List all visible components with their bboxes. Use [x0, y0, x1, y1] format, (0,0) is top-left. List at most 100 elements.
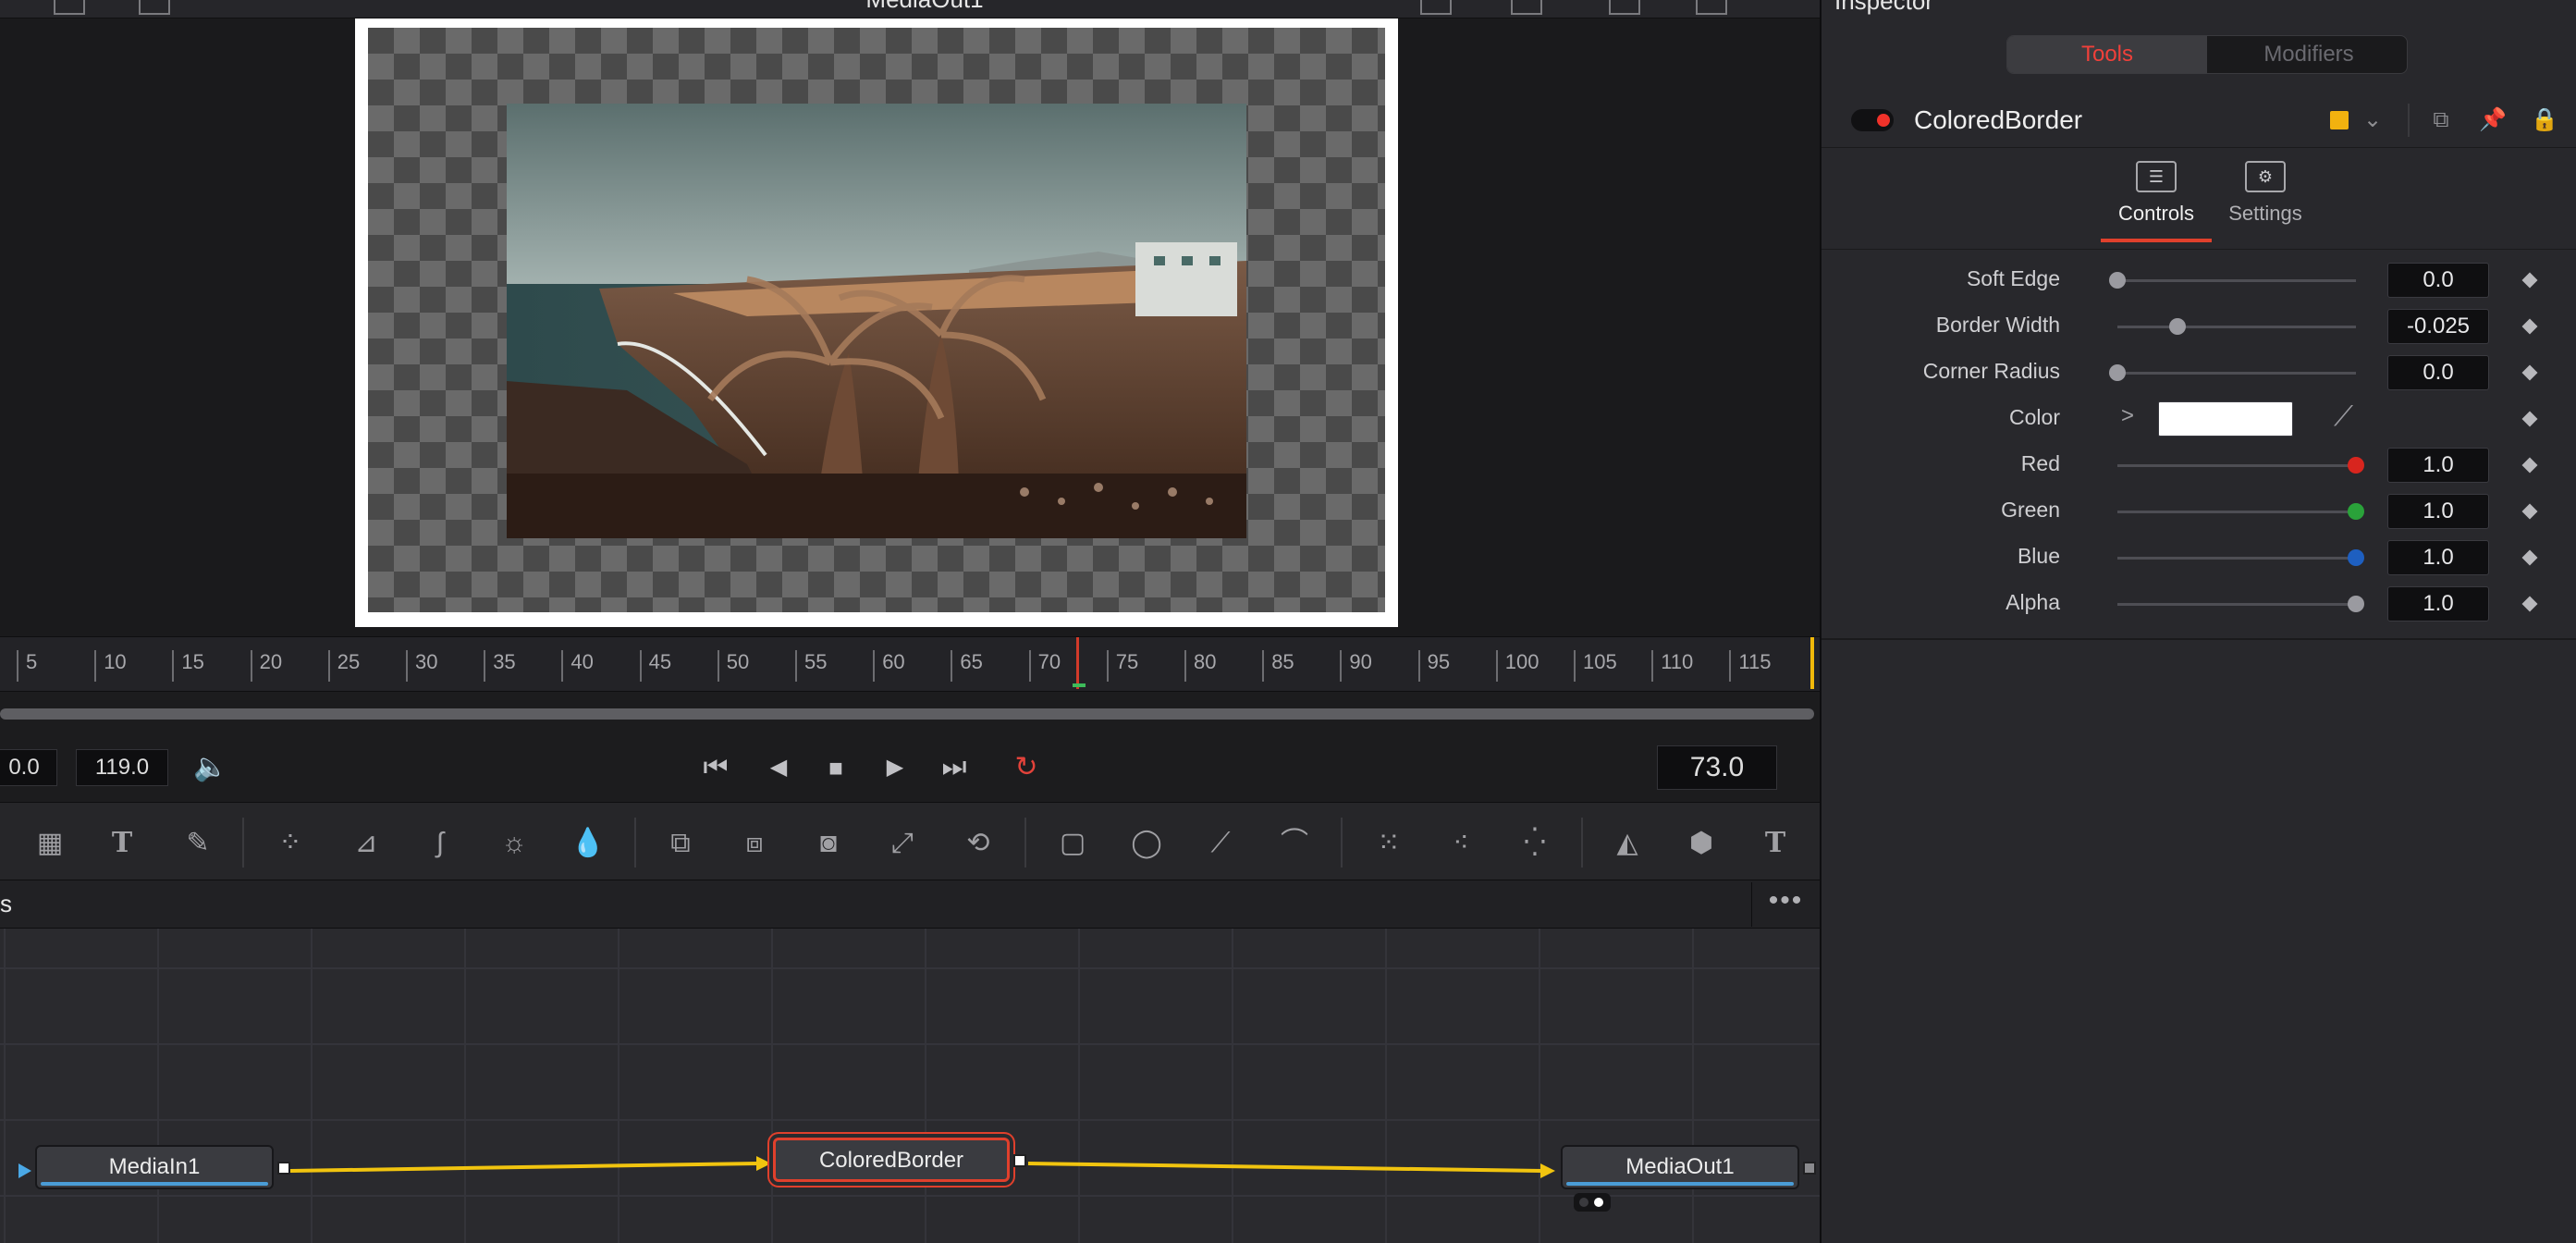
slider-knob[interactable]	[2348, 457, 2364, 474]
paint-tool-icon[interactable]: ✎	[176, 821, 220, 866]
param-value-field[interactable]: -0.025	[2387, 309, 2489, 344]
text-tool-icon[interactable]: T	[100, 821, 144, 866]
global-end-field[interactable]: 119.0	[76, 749, 168, 786]
param-slider[interactable]	[2109, 364, 2356, 381]
blur-tool-icon[interactable]: 💧	[566, 821, 610, 866]
rectangle-mask-icon[interactable]: ▢	[1050, 821, 1095, 866]
view-icon[interactable]	[139, 0, 170, 15]
slider-knob[interactable]	[2348, 596, 2364, 612]
brightness-tool-icon[interactable]: ☼	[492, 821, 536, 866]
channel-booleans-icon[interactable]: ◙	[806, 821, 851, 866]
viewer-panel[interactable]: MediaOut1	[0, 0, 1820, 636]
layout-icon[interactable]	[54, 0, 85, 15]
color-curves-tool-icon[interactable]: ⊿	[344, 821, 388, 866]
param-value-field[interactable]: 1.0	[2387, 540, 2489, 575]
node-mediaout1[interactable]: MediaOut1	[1561, 1145, 1799, 1189]
version-icon[interactable]: ⧉	[2426, 105, 2456, 135]
param-slider[interactable]	[2117, 549, 2364, 566]
resize-tool-icon[interactable]: ⤢	[880, 821, 925, 866]
image-plane-3d-icon[interactable]: ◭	[1605, 821, 1650, 866]
param-slider[interactable]	[2117, 503, 2364, 520]
color-swatch[interactable]	[2158, 401, 2293, 437]
go-to-start-button[interactable]: ⏮	[695, 747, 736, 788]
view-indicator-icon[interactable]	[1574, 1193, 1611, 1212]
node-output-port[interactable]	[1013, 1154, 1026, 1167]
grid-icon[interactable]	[1609, 0, 1640, 15]
node-mediain1[interactable]: MediaIn1	[35, 1145, 274, 1189]
tools-segment-button[interactable]: Tools	[2007, 36, 2207, 73]
more-options-icon[interactable]: •••	[1751, 882, 1820, 927]
play-button[interactable]: ▶	[875, 747, 915, 788]
audio-icon[interactable]: 🔈	[190, 747, 231, 788]
step-back-button[interactable]: ◀	[758, 747, 799, 788]
param-value-field[interactable]: 1.0	[2387, 448, 2489, 483]
loader-tool-icon[interactable]: ⧉	[658, 821, 703, 866]
keyframe-diamond-icon[interactable]	[2521, 411, 2538, 427]
keyframe-diamond-icon[interactable]	[2521, 596, 2538, 612]
ruler-tick-label: 105	[1583, 650, 1617, 673]
p-emitter-icon[interactable]: ⁙	[1367, 821, 1411, 866]
polygon-mask-icon[interactable]: ⟋	[1198, 821, 1243, 866]
current-time-field[interactable]: 73.0	[1657, 745, 1777, 790]
color-channel-icon[interactable]	[1511, 0, 1542, 15]
shape-3d-icon[interactable]: ⬢	[1679, 821, 1723, 866]
timeline-ruler[interactable]: 5 10 15 20 25 30 35 40 45 50 55 60 65 70 75 80 85 90 95 100…	[0, 636, 1820, 692]
chevron-down-icon[interactable]: ⌄	[2358, 105, 2387, 135]
merge-tool-icon[interactable]: ⧈	[732, 821, 777, 866]
eyedropper-icon[interactable]: ⟋	[2334, 401, 2353, 433]
param-slider[interactable]	[2117, 457, 2364, 474]
particles-tool-icon[interactable]: ⁘	[268, 821, 313, 866]
p-kill-icon[interactable]: ⁛	[1513, 821, 1557, 866]
transform-tool-icon[interactable]: ⟲	[956, 821, 1000, 866]
tab-settings[interactable]: ⚙ Settings	[2210, 161, 2321, 250]
keyframe-diamond-icon[interactable]	[2521, 272, 2538, 289]
zoom-icon[interactable]	[1420, 0, 1452, 15]
slider-knob[interactable]	[2109, 364, 2126, 381]
param-value-field[interactable]: 1.0	[2387, 494, 2489, 529]
node-underline	[1566, 1182, 1794, 1186]
keyframe-diamond-icon[interactable]	[2521, 364, 2538, 381]
keyframe-diamond-icon[interactable]	[2521, 457, 2538, 474]
param-value-field[interactable]: 1.0	[2387, 586, 2489, 622]
node-color-chip[interactable]	[2330, 111, 2349, 129]
slider-knob[interactable]	[2168, 318, 2186, 335]
slider-knob[interactable]	[2348, 549, 2364, 566]
transport-controls: 0.0 119.0 🔈 ⏮ ◀ ■ ▶ ⏭ ↻ 73.0	[0, 738, 1820, 803]
text-3d-icon[interactable]: T	[1753, 821, 1797, 866]
render-end-marker[interactable]	[1810, 637, 1814, 689]
background-tool-icon[interactable]: ▦	[28, 821, 72, 866]
param-label: Green	[2001, 498, 2060, 522]
param-label: Corner Radius	[1922, 359, 2060, 383]
param-value-field[interactable]: 0.0	[2387, 355, 2489, 390]
param-slider[interactable]	[2109, 272, 2356, 289]
node-coloredborder[interactable]: ColoredBorder	[773, 1138, 1010, 1182]
node-output-port[interactable]	[277, 1162, 290, 1175]
global-start-field[interactable]: 0.0	[0, 749, 57, 786]
stop-button[interactable]: ■	[816, 747, 856, 788]
keyframe-diamond-icon[interactable]	[2521, 318, 2538, 335]
node-output-port[interactable]	[1803, 1162, 1816, 1175]
pin-icon[interactable]: 📌	[2478, 105, 2508, 135]
tab-controls[interactable]: ☰ Controls	[2101, 161, 2212, 250]
param-slider[interactable]	[2117, 596, 2364, 612]
p-render-icon[interactable]: ⁖	[1439, 821, 1483, 866]
chevron-right-icon[interactable]: >	[2121, 403, 2140, 429]
keyframe-diamond-icon[interactable]	[2521, 503, 2538, 520]
bspline-mask-icon[interactable]: ⌒	[1272, 821, 1317, 866]
keyframe-diamond-icon[interactable]	[2521, 549, 2538, 566]
scrub-track[interactable]	[0, 708, 1814, 720]
curves-tool-icon[interactable]: ∫	[418, 821, 462, 866]
param-slider[interactable]	[2117, 318, 2356, 335]
lock-icon[interactable]: 🔒	[2530, 105, 2559, 135]
loop-button[interactable]: ↻	[1006, 747, 1047, 788]
modifiers-segment-button[interactable]: Modifiers	[2209, 36, 2407, 73]
ruler-tick	[1574, 650, 1576, 682]
slider-knob[interactable]	[2348, 503, 2364, 520]
go-to-end-button[interactable]: ⏭	[934, 747, 975, 788]
split-view-icon[interactable]	[1696, 0, 1727, 15]
scrub-bar[interactable]	[0, 692, 1820, 738]
param-value-field[interactable]: 0.0	[2387, 263, 2489, 298]
slider-knob[interactable]	[2109, 272, 2126, 289]
ellipse-mask-icon[interactable]: ◯	[1124, 821, 1169, 866]
playhead[interactable]	[1076, 637, 1079, 689]
